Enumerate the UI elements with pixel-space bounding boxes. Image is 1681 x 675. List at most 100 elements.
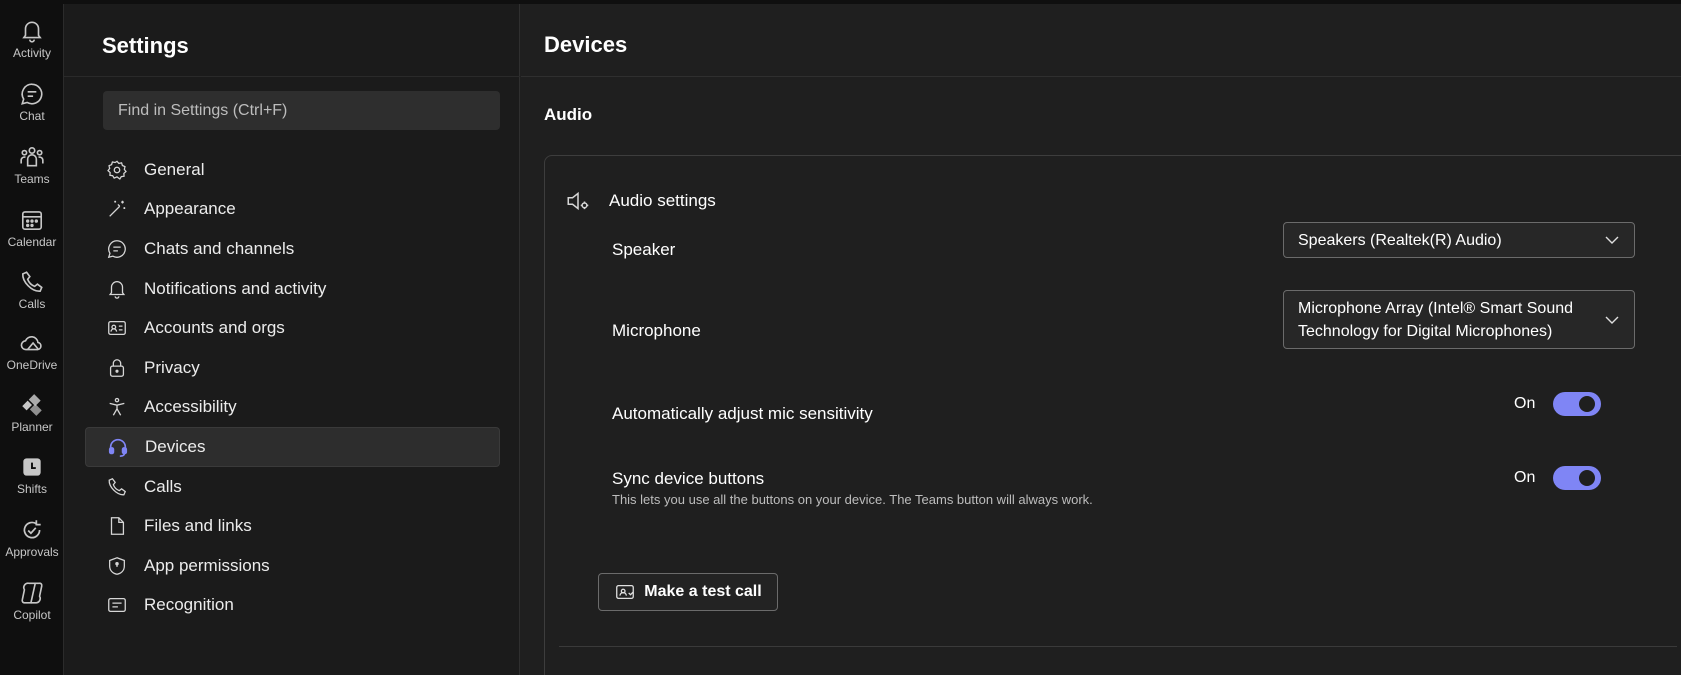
rail-label: Approvals — [5, 545, 59, 559]
auto-adjust-label: Automatically adjust mic sensitivity — [612, 404, 873, 423]
rail-label: Teams — [14, 172, 50, 186]
sync-state: On — [1514, 469, 1536, 486]
sync-toggle-group: On — [1514, 466, 1602, 490]
nav-item-notifications[interactable]: Notifications and activity — [85, 269, 500, 309]
nav-label: Appearance — [144, 199, 236, 219]
speaker-select[interactable]: Speakers (Realtek(R) Audio) — [1283, 222, 1635, 258]
divider — [64, 76, 520, 77]
card-heading: Audio settings — [565, 188, 716, 214]
audio-settings-card: Audio settings Speaker Speakers (Realtek… — [544, 155, 1681, 675]
nav-label: Calls — [144, 476, 182, 496]
rail-item-teams[interactable]: Teams — [0, 136, 64, 196]
rail-label: Calendar — [7, 235, 57, 249]
rail-label: Activity — [12, 46, 51, 60]
nav-item-devices[interactable]: Devices — [85, 427, 500, 467]
approvals-icon — [23, 520, 41, 539]
microphone-select[interactable]: Microphone Array (Intel® Smart Sound Tec… — [1283, 290, 1635, 349]
phone-icon — [21, 271, 43, 293]
bell-icon — [108, 280, 126, 299]
shield-icon — [109, 556, 125, 575]
toggle-knob — [1579, 396, 1596, 412]
sync-device-buttons-label: Sync device buttons — [612, 469, 765, 488]
rail-label: Copilot — [13, 608, 51, 622]
nav-item-privacy[interactable]: Privacy — [85, 348, 500, 388]
cloud-icon — [20, 335, 42, 351]
settings-title: Settings — [102, 33, 189, 58]
headset-icon — [108, 438, 128, 457]
divider — [521, 76, 1681, 77]
nav-label: General — [144, 159, 205, 179]
rail-item-shifts[interactable]: Shifts — [0, 446, 64, 506]
phone-icon — [108, 477, 127, 495]
nav-item-general[interactable]: General — [85, 150, 500, 190]
rail-item-activity[interactable]: Activity — [0, 10, 64, 70]
nav-label: Devices — [145, 436, 206, 456]
contact-card-icon — [108, 321, 126, 336]
calendar-icon — [21, 211, 43, 231]
nav-item-app-permissions[interactable]: App permissions — [85, 546, 500, 586]
rail-item-calendar[interactable]: Calendar — [0, 199, 64, 259]
rail-item-copilot[interactable]: Copilot — [0, 572, 64, 632]
auto-adjust-toggle-group: On — [1514, 392, 1602, 416]
chat-icon — [107, 240, 126, 259]
speaker-label: Speaker — [612, 240, 676, 259]
nav-item-recognition[interactable]: Recognition — [85, 586, 500, 626]
lock-icon — [109, 358, 125, 377]
auto-adjust-toggle[interactable] — [1553, 392, 1602, 416]
settings-search-input[interactable] — [103, 91, 500, 130]
rail-item-onedrive[interactable]: OneDrive — [0, 322, 64, 382]
magic-wand-icon — [109, 201, 126, 218]
rail-item-calls[interactable]: Calls — [0, 261, 64, 321]
teams-icon — [20, 146, 44, 167]
rail-item-chat[interactable]: Chat — [0, 73, 64, 133]
nav-label: Privacy — [144, 357, 200, 377]
speaker-settings-icon — [567, 191, 589, 211]
nav-item-chats-and-channels[interactable]: Chats and channels — [85, 229, 500, 269]
document-icon — [110, 517, 125, 536]
page-title: Devices — [544, 32, 628, 57]
accessibility-icon — [109, 398, 125, 416]
nav-item-accessibility[interactable]: Accessibility — [85, 388, 500, 428]
teams-app: Activity Chat Teams Calendar Calls OneDr… — [0, 0, 1681, 675]
speaker-select-value: Speakers (Realtek(R) Audio) — [1298, 231, 1502, 249]
copilot-icon — [21, 582, 43, 604]
section-title-audio: Audio — [544, 105, 593, 124]
make-test-call-label: Make a test call — [644, 583, 762, 600]
card-heading-label: Audio settings — [609, 191, 716, 210]
sync-device-buttons-description: This lets you use all the buttons on you… — [612, 492, 1093, 507]
nav-label: Files and links — [144, 516, 252, 536]
nav-label: Recognition — [144, 595, 234, 615]
nav-label: App permissions — [144, 555, 270, 575]
toggle-knob — [1579, 470, 1596, 486]
chevron-down-icon — [1605, 236, 1619, 244]
rail-label: Calls — [18, 297, 46, 311]
planner-icon — [22, 394, 42, 416]
divider — [559, 646, 1677, 647]
gear-icon — [107, 160, 127, 180]
nav-label: Accounts and orgs — [144, 318, 285, 338]
bell-icon — [22, 21, 42, 43]
microphone-label: Microphone — [612, 321, 701, 340]
recognition-icon — [108, 598, 126, 613]
nav-label: Chats and channels — [144, 238, 295, 258]
nav-label: Notifications and activity — [144, 278, 327, 298]
rail-label: Shifts — [16, 482, 47, 496]
nav-item-calls[interactable]: Calls — [85, 467, 500, 507]
nav-item-accounts-and-orgs[interactable]: Accounts and orgs — [85, 308, 500, 348]
nav-item-appearance[interactable]: Appearance — [85, 190, 500, 230]
chevron-down-icon — [1605, 316, 1619, 324]
rail-item-planner[interactable]: Planner — [0, 384, 64, 444]
devices-content: Devices Audio Audio settings Speaker Spe… — [521, 4, 1681, 675]
microphone-select-value: Microphone Array (Intel® Smart Sound Tec… — [1298, 299, 1574, 340]
rail-label: Planner — [11, 420, 53, 434]
rail-label: Chat — [19, 109, 45, 123]
test-call-icon — [616, 584, 635, 600]
make-test-call-button[interactable]: Make a test call — [598, 573, 778, 611]
app-rail: Activity Chat Teams Calendar Calls OneDr… — [0, 4, 64, 675]
sync-device-buttons-toggle[interactable] — [1553, 466, 1602, 490]
rail-item-approvals[interactable]: Approvals — [0, 509, 64, 569]
nav-label: Accessibility — [144, 397, 237, 417]
settings-sidebar: Settings General Appearance Chats and ch… — [64, 4, 520, 675]
nav-item-files-and-links[interactable]: Files and links — [85, 506, 500, 546]
settings-nav: General Appearance Chats and channels No… — [85, 150, 500, 625]
